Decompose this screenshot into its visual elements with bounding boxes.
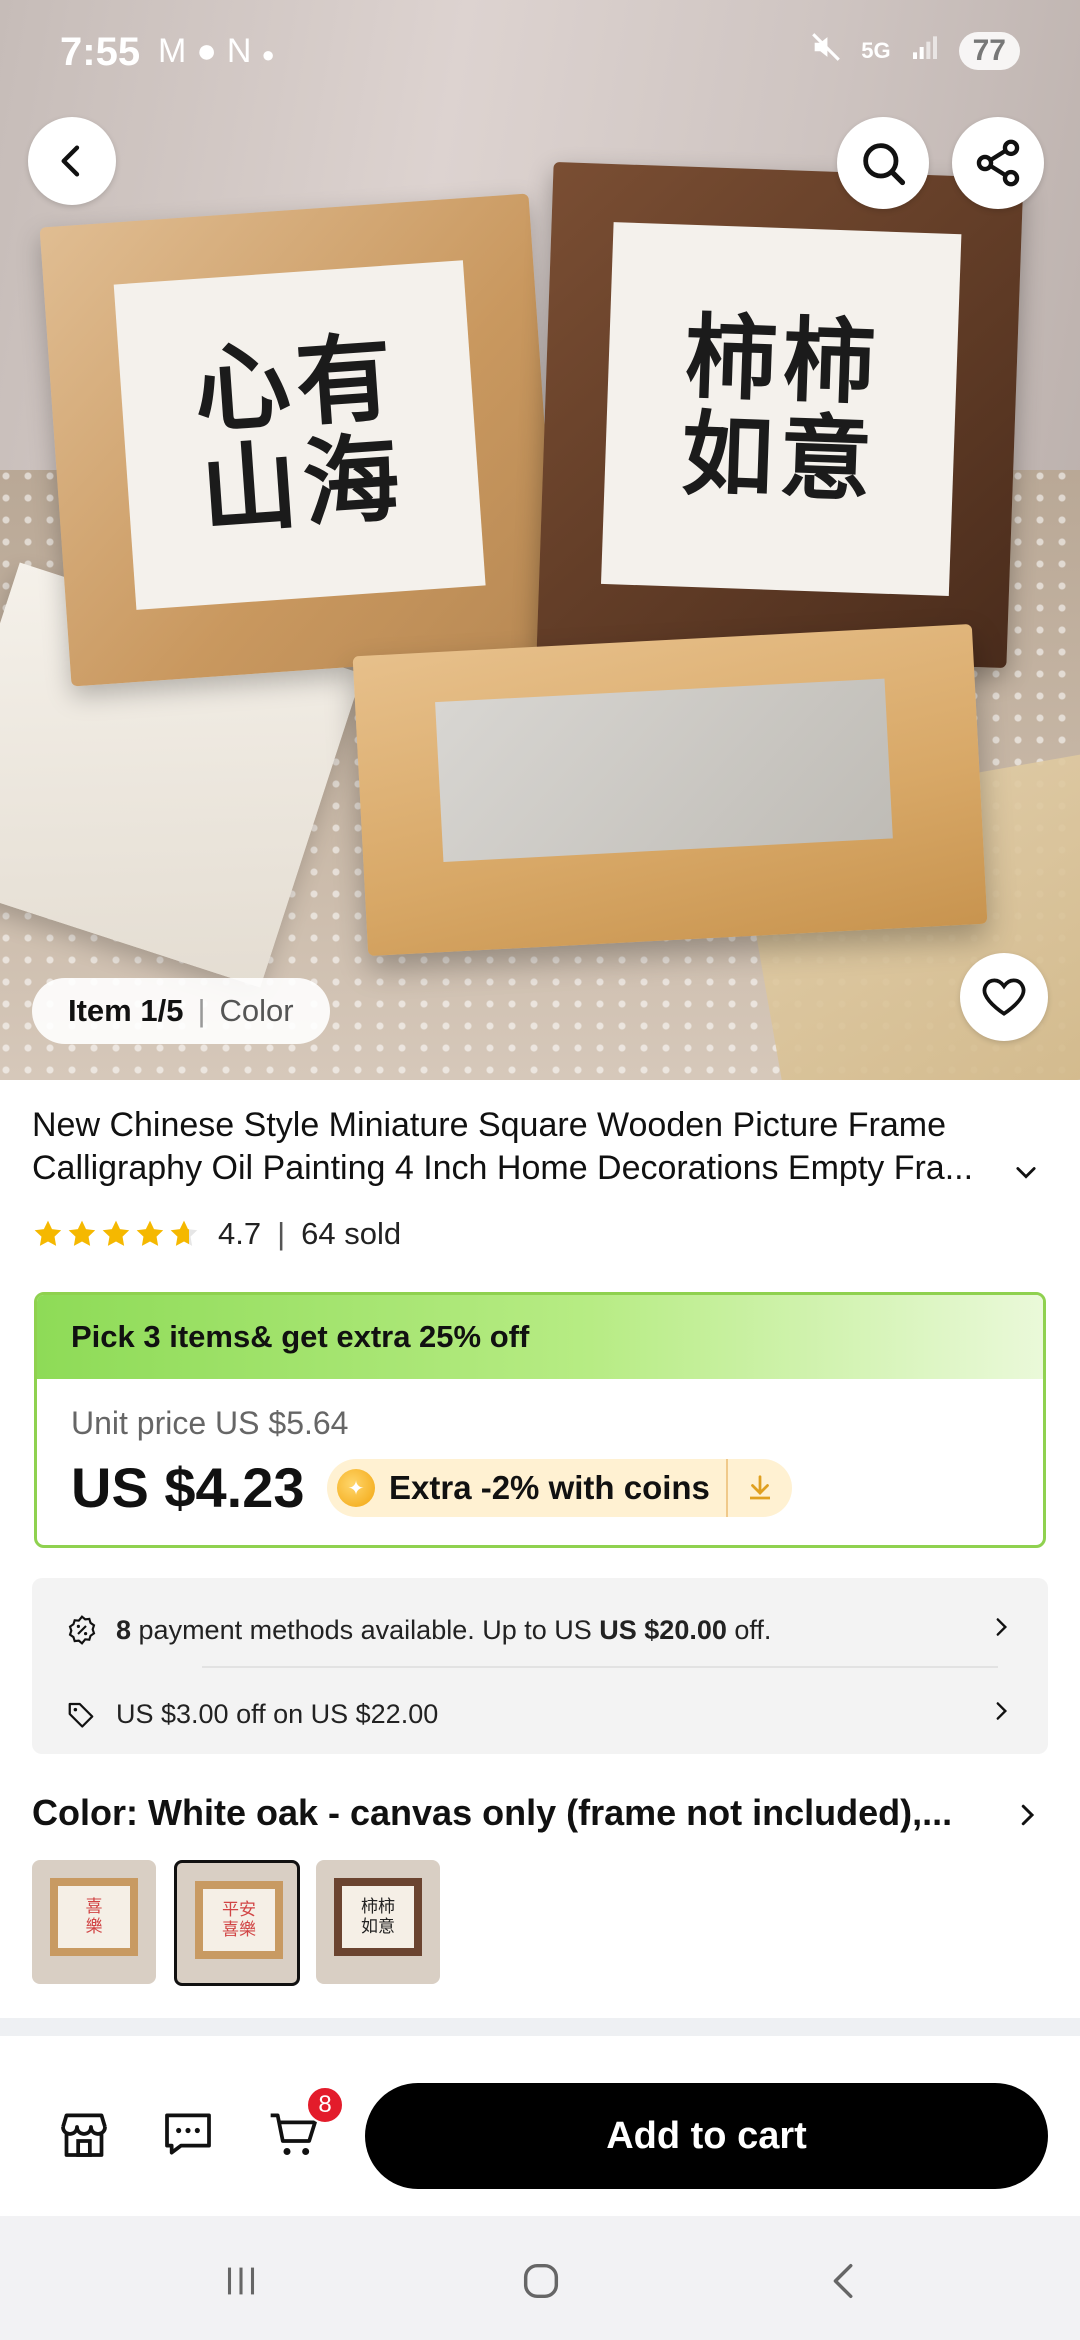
payment-methods-count: 8 bbox=[116, 1614, 132, 1645]
offers-divider bbox=[202, 1666, 998, 1668]
bottom-action-bar: 8 Add to cart bbox=[0, 2036, 1080, 2216]
payment-methods-text: payment methods available. Up to US bbox=[131, 1614, 600, 1645]
wishlist-button[interactable] bbox=[960, 953, 1048, 1041]
star-icon bbox=[102, 1220, 130, 1246]
rating-stars bbox=[32, 1218, 200, 1250]
image-variant-label: Color bbox=[219, 993, 294, 1028]
coupon-text: US $3.00 off on US $22.00 bbox=[116, 1698, 439, 1729]
dot-icon: ● bbox=[261, 42, 285, 67]
recents-icon[interactable] bbox=[218, 2258, 264, 2309]
message-icon[interactable] bbox=[160, 2106, 216, 2167]
chevron-left-icon bbox=[61, 145, 80, 177]
share-icon bbox=[976, 139, 1020, 187]
mute-icon bbox=[809, 30, 843, 72]
discount-badge-icon bbox=[66, 1614, 102, 1646]
chevron-right-icon bbox=[988, 1698, 1014, 1731]
add-to-cart-button[interactable]: Add to cart bbox=[365, 2083, 1048, 2189]
signal-icon bbox=[909, 31, 941, 71]
chat-icon: ● bbox=[196, 32, 227, 70]
heart-icon bbox=[982, 978, 1026, 1016]
star-icon bbox=[136, 1220, 164, 1246]
frame-calligraphy-right: 柿柿 如意 bbox=[679, 303, 883, 515]
star-icon bbox=[34, 1220, 62, 1246]
home-icon[interactable] bbox=[518, 2258, 564, 2309]
coin-icon: ✦ bbox=[337, 1469, 375, 1507]
image-frame-light: 心有 山海 bbox=[39, 193, 561, 687]
cart-badge: 8 bbox=[306, 2086, 344, 2124]
color-swatch[interactable]: 柿柿 如意 bbox=[316, 1860, 440, 1984]
star-icon bbox=[68, 1220, 96, 1246]
frame-calligraphy-left: 心有 山海 bbox=[190, 320, 409, 548]
5g-icon: 5G bbox=[861, 38, 891, 63]
search-button[interactable] bbox=[837, 117, 929, 209]
status-bar: 7:55 M●N● 5G 77 bbox=[0, 0, 1080, 110]
rating-value: 4.7 bbox=[218, 1216, 262, 1251]
color-swatch-selected[interactable]: 平安 喜樂 bbox=[174, 1860, 300, 1986]
expand-title-icon[interactable] bbox=[1012, 1158, 1040, 1191]
unit-price: Unit price US $5.64 bbox=[71, 1405, 349, 1441]
swatch-text: 平安 喜樂 bbox=[195, 1881, 283, 1959]
product-title[interactable]: New Chinese Style Miniature Square Woode… bbox=[32, 1104, 1017, 1190]
coins-offer-text: Extra -2% with coins bbox=[389, 1469, 710, 1506]
swatch-text: 喜 樂 bbox=[50, 1878, 138, 1956]
sale-price: US $4.23 bbox=[71, 1456, 305, 1519]
payment-suffix: off. bbox=[726, 1614, 772, 1645]
rating-row[interactable]: 4.7 | 64 sold bbox=[32, 1216, 401, 1252]
tag-icon bbox=[66, 1699, 102, 1729]
store-icon[interactable] bbox=[56, 2106, 112, 2167]
coins-offer[interactable]: ✦ Extra -2% with coins bbox=[327, 1459, 792, 1517]
share-button[interactable] bbox=[952, 117, 1044, 209]
payment-methods-row[interactable]: 8 payment methods available. Up to US US… bbox=[66, 1606, 1014, 1654]
image-frame-dark: 柿柿 如意 bbox=[536, 161, 1024, 669]
chevron-right-icon[interactable] bbox=[1012, 1800, 1042, 1835]
payment-max-discount: US $20.00 bbox=[599, 1614, 727, 1645]
offers-card: 8 payment methods available. Up to US US… bbox=[32, 1578, 1048, 1754]
color-selector-label[interactable]: Color: White oak - canvas only (frame no… bbox=[32, 1792, 992, 1834]
gmail-icon: M bbox=[158, 32, 197, 70]
chevron-right-icon bbox=[988, 1614, 1014, 1647]
swatch-text: 柿柿 如意 bbox=[334, 1878, 422, 1956]
color-swatch[interactable]: 喜 樂 bbox=[32, 1860, 156, 1984]
system-nav-bar bbox=[0, 2216, 1080, 2340]
price-promo-card[interactable]: Pick 3 items& get extra 25% off Unit pri… bbox=[34, 1292, 1046, 1548]
back-nav-icon[interactable] bbox=[822, 2258, 868, 2309]
status-time: 7:55 bbox=[60, 30, 141, 74]
counter-divider: | bbox=[197, 993, 206, 1028]
back-button[interactable] bbox=[28, 117, 116, 205]
section-divider bbox=[0, 2018, 1080, 2036]
rating-divider: | bbox=[277, 1216, 286, 1251]
image-frame-empty bbox=[352, 623, 988, 957]
coupon-row[interactable]: US $3.00 off on US $22.00 bbox=[66, 1690, 1014, 1738]
search-icon bbox=[863, 143, 906, 186]
star-icon bbox=[170, 1220, 198, 1246]
download-icon[interactable] bbox=[725, 1459, 792, 1517]
notification-icons: M●N● bbox=[158, 32, 285, 71]
sold-count: 64 sold bbox=[301, 1216, 402, 1251]
image-counter: Item 1/5 | Color bbox=[32, 978, 330, 1044]
n-icon: N bbox=[226, 32, 262, 70]
promo-headline: Pick 3 items& get extra 25% off bbox=[37, 1295, 1043, 1379]
battery-indicator: 77 bbox=[958, 32, 1020, 70]
image-index: Item 1/5 bbox=[68, 993, 184, 1028]
